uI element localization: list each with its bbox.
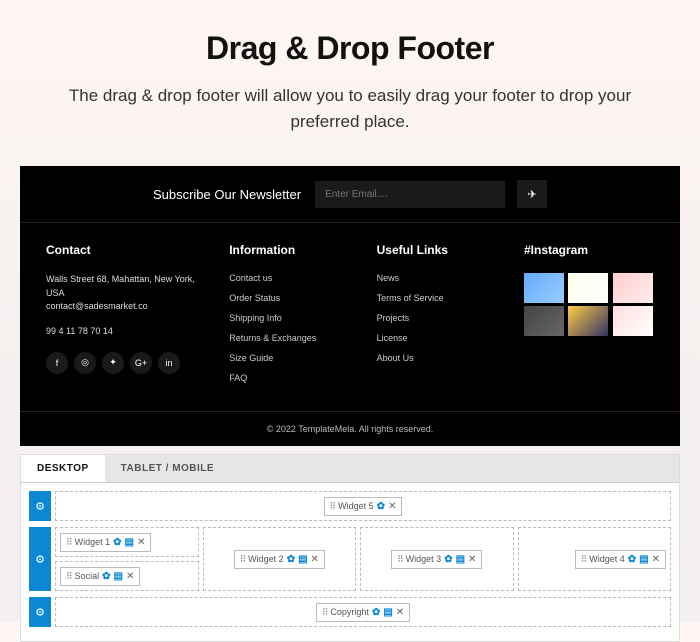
gear-icon[interactable]: ✿ <box>628 554 636 565</box>
footer-preview: Subscribe Our Newsletter ✈ Contact Walls… <box>20 166 680 446</box>
gear-icon: ⚙ <box>35 500 45 513</box>
drag-icon: ⠿ <box>66 571 72 582</box>
info-link[interactable]: FAQ <box>229 373 348 383</box>
gear-icon[interactable]: ✿ <box>287 554 295 565</box>
info-link[interactable]: Contact us <box>229 273 348 283</box>
row-settings-button[interactable]: ⚙ <box>29 491 51 521</box>
drag-icon: ⠿ <box>66 537 72 548</box>
gear-icon[interactable]: ✿ <box>113 537 121 548</box>
widget-block[interactable]: ⠿Widget 3✿▤✕ <box>391 550 482 569</box>
widget-block[interactable]: ⠿Widget 4✿▤✕ <box>575 550 666 569</box>
contact-phone: 99 4 11 78 70 14 <box>46 326 201 336</box>
close-icon[interactable]: ✕ <box>137 537 145 548</box>
newsletter-input[interactable] <box>315 181 505 208</box>
instagram-thumb[interactable] <box>613 306 653 336</box>
tab-desktop[interactable]: DESKTOP <box>21 455 105 482</box>
facebook-icon[interactable]: f <box>46 352 68 374</box>
useful-link[interactable]: License <box>377 333 496 343</box>
row-settings-button[interactable]: ⚙ <box>29 597 51 627</box>
linkedin-icon[interactable]: in <box>158 352 180 374</box>
page-subtitle: The drag & drop footer will allow you to… <box>50 83 650 134</box>
instagram-thumb[interactable] <box>524 273 564 303</box>
drag-icon: ⠿ <box>581 554 587 565</box>
gear-icon: ⚙ <box>35 606 45 619</box>
row-settings-button[interactable]: ⚙ <box>29 527 51 591</box>
close-icon[interactable]: ✕ <box>396 607 404 618</box>
drag-icon: ⠿ <box>240 554 246 565</box>
info-link[interactable]: Returns & Exchanges <box>229 333 348 343</box>
instagram-thumb[interactable] <box>613 273 653 303</box>
gear-icon[interactable]: ✿ <box>102 571 110 582</box>
footer-builder: DESKTOP TABLET / MOBILE ⚙ ⠿Widget 5✿✕ ⚙ … <box>20 454 680 642</box>
drag-icon: ⠿ <box>397 554 403 565</box>
close-icon[interactable]: ✕ <box>388 501 396 512</box>
info-link[interactable]: Order Status <box>229 293 348 303</box>
useful-heading: Useful Links <box>377 243 496 257</box>
builder-cell[interactable]: ⠿Social✿▤✕ <box>55 561 199 591</box>
builder-cell[interactable]: ⠿Widget 2✿▤✕ <box>203 527 357 591</box>
useful-link[interactable]: Terms of Service <box>377 293 496 303</box>
drag-icon: ⠿ <box>322 607 328 618</box>
contact-heading: Contact <box>46 243 201 257</box>
layout-icon[interactable]: ▤ <box>383 607 392 618</box>
newsletter-send-button[interactable]: ✈ <box>517 180 547 208</box>
close-icon[interactable]: ✕ <box>311 554 319 565</box>
builder-cell[interactable]: ⠿Widget 4✿▤✕ <box>518 527 672 591</box>
useful-link[interactable]: News <box>377 273 496 283</box>
widget-block[interactable]: ⠿Widget 2✿▤✕ <box>234 550 325 569</box>
contact-address: Walls Street 68, Mahattan, New York, USA <box>46 274 195 298</box>
builder-cell[interactable]: ⠿Widget 1✿▤✕ <box>55 527 199 557</box>
instagram-thumb[interactable] <box>524 306 564 336</box>
gear-icon[interactable]: ✿ <box>377 501 385 512</box>
useful-link[interactable]: About Us <box>377 353 496 363</box>
page-title: Drag & Drop Footer <box>50 30 650 67</box>
widget-block[interactable]: ⠿Copyright✿▤✕ <box>316 603 410 622</box>
gear-icon: ⚙ <box>35 553 45 566</box>
copyright-text: © 2022 TemplateMela. All rights reserved… <box>20 411 680 446</box>
instagram-icon[interactable]: ◎ <box>74 352 96 374</box>
layout-icon[interactable]: ▤ <box>114 571 123 582</box>
close-icon[interactable]: ✕ <box>126 571 134 582</box>
information-heading: Information <box>229 243 348 257</box>
info-link[interactable]: Shipping Info <box>229 313 348 323</box>
drag-icon: ⠿ <box>330 501 336 512</box>
builder-cell[interactable]: ⠿Widget 5✿✕ <box>55 491 671 521</box>
newsletter-label: Subscribe Our Newsletter <box>153 187 301 202</box>
instagram-heading: #Instagram <box>524 243 654 257</box>
close-icon[interactable]: ✕ <box>468 554 476 565</box>
twitter-icon[interactable]: ✦ <box>102 352 124 374</box>
useful-link[interactable]: Projects <box>377 313 496 323</box>
layout-icon[interactable]: ▤ <box>298 554 307 565</box>
widget-block[interactable]: ⠿Widget 5✿✕ <box>324 497 403 516</box>
layout-icon[interactable]: ▤ <box>125 537 134 548</box>
widget-block[interactable]: ⠿Widget 1✿▤✕ <box>60 533 151 552</box>
builder-cell[interactable]: ⠿Widget 3✿▤✕ <box>360 527 514 591</box>
tab-tablet-mobile[interactable]: TABLET / MOBILE <box>105 455 230 482</box>
paper-plane-icon: ✈ <box>527 188 536 201</box>
layout-icon[interactable]: ▤ <box>456 554 465 565</box>
instagram-thumb[interactable] <box>568 273 608 303</box>
gear-icon[interactable]: ✿ <box>372 607 380 618</box>
builder-cell[interactable]: ⠿Copyright✿▤✕ <box>55 597 671 627</box>
gear-icon[interactable]: ✿ <box>444 554 452 565</box>
contact-email: contact@sadesmarket.co <box>46 301 148 311</box>
close-icon[interactable]: ✕ <box>652 554 660 565</box>
googleplus-icon[interactable]: G+ <box>130 352 152 374</box>
info-link[interactable]: Size Guide <box>229 353 348 363</box>
widget-block[interactable]: ⠿Social✿▤✕ <box>60 567 140 586</box>
instagram-thumb[interactable] <box>568 306 608 336</box>
layout-icon[interactable]: ▤ <box>639 554 648 565</box>
